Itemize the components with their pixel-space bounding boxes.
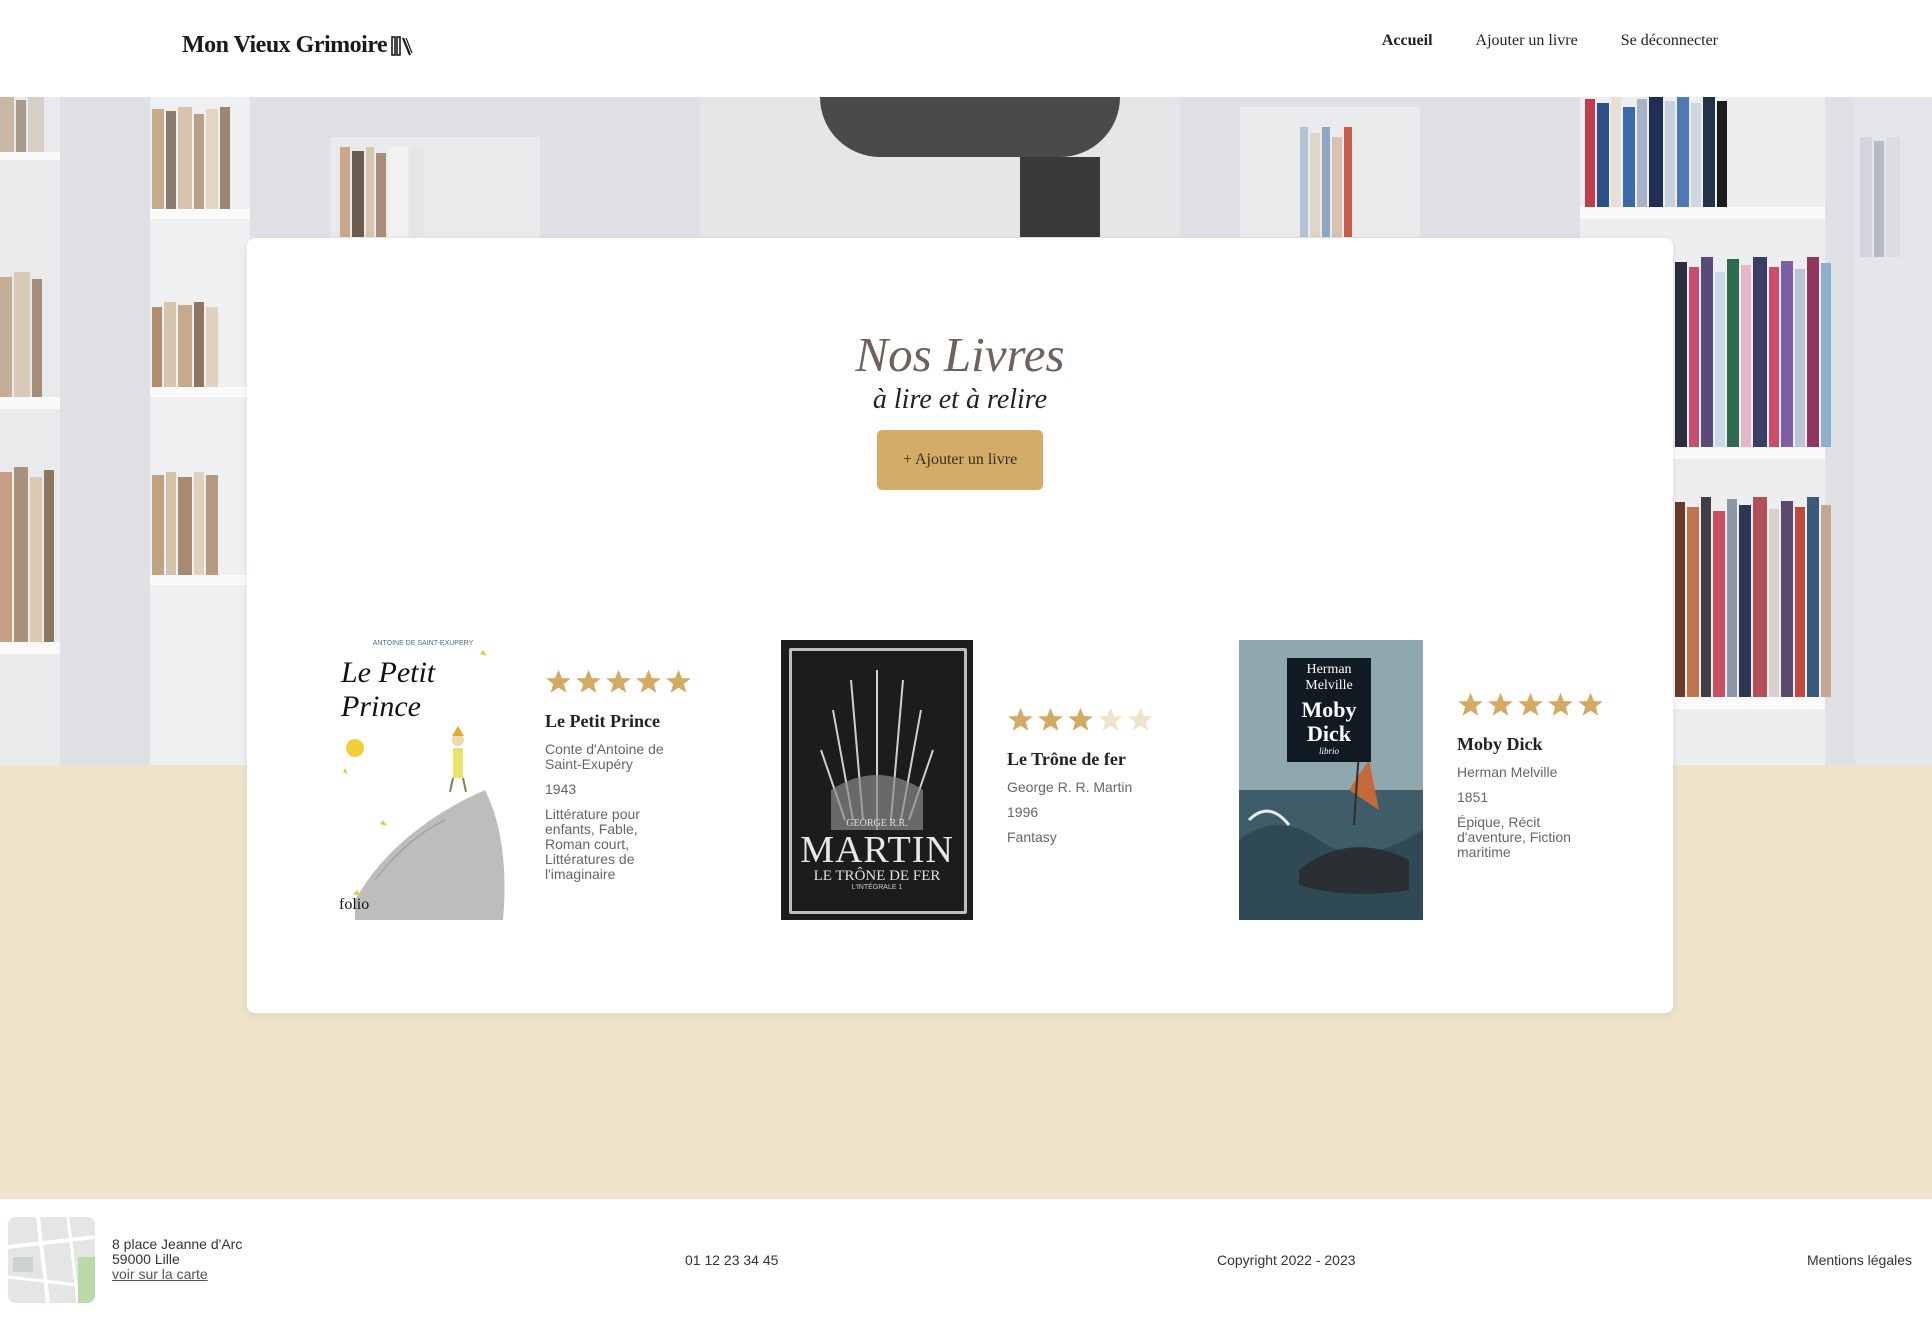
star-filled-icon [1518, 692, 1543, 716]
cover-publisher-text: folio [339, 896, 370, 913]
book-year: 1851 [1457, 788, 1489, 805]
logo-text: Mon Vieux Grimoire [182, 32, 388, 58]
footer-address: 8 place Jeanne d'Arc 59000 Lille voir su… [112, 1237, 242, 1282]
book-info: Le Petit Prince Conte d'Antoine de Saint… [545, 668, 692, 892]
map-link[interactable]: voir sur la carte [112, 1266, 208, 1282]
book-genres: Fantasy [1007, 828, 1057, 845]
book-genres: Littérature pour enfants, Fable, Roman c… [545, 806, 640, 882]
rating-stars [1007, 706, 1154, 733]
add-book-button[interactable]: + Ajouter un livre [877, 430, 1043, 490]
nav-item-accueil[interactable]: Accueil [1382, 32, 1433, 50]
book-title: Le Petit Prince [545, 711, 660, 731]
map-thumbnail[interactable] [8, 1217, 95, 1303]
cover-author-text: Herman Melville [1305, 662, 1353, 693]
cover-title-text: Moby Dick [1301, 697, 1357, 746]
star-filled-icon [1458, 692, 1483, 716]
book-info: Moby Dick Herman Melville 1851 Épique, R… [1457, 691, 1604, 870]
rating-stars [1457, 691, 1604, 718]
book-author: George R. R. Martin [1007, 778, 1133, 795]
main-nav: Accueil Ajouter un livre Se déconnecter [1382, 32, 1718, 50]
cover-edition-text: L'INTÉGRALE 1 [851, 884, 903, 891]
star-filled-icon [1548, 692, 1573, 716]
books-logo-icon [391, 35, 413, 56]
star-filled-icon [1068, 707, 1093, 731]
book-card-petit-prince[interactable]: ANTOINE DE SAINT-EXUPÉRY Le Petit Prince… [335, 640, 692, 920]
address-line2: 59000 Lille [112, 1251, 180, 1267]
map-icon [8, 1217, 95, 1303]
petit-prince-illustration [343, 650, 505, 920]
book-year: 1943 [545, 781, 577, 797]
books-card: Nos Livres à lire et à relire + Ajouter … [247, 238, 1673, 1013]
cover-author-big: MARTIN [800, 829, 954, 871]
star-filled-icon [546, 669, 571, 693]
book-cover[interactable]: Herman Melville Moby Dick librio [1239, 640, 1423, 920]
star-filled-icon [666, 669, 691, 693]
footer-phone: 01 12 23 34 45 [685, 1252, 779, 1268]
site-logo[interactable]: Mon Vieux Grimoire [182, 32, 413, 59]
book-title: Le Trône de fer [1007, 748, 1126, 769]
book-cover[interactable]: ANTOINE DE SAINT-EXUPÉRY Le Petit Prince… [335, 640, 511, 920]
star-empty-icon [1128, 707, 1153, 731]
site-footer: 8 place Jeanne d'Arc 59000 Lille voir su… [0, 1199, 1932, 1319]
star-filled-icon [1008, 707, 1033, 731]
book-cover[interactable]: GEORGE R.R. MARTIN LE TRÔNE DE FER L'INT… [781, 640, 973, 920]
star-filled-icon [606, 669, 631, 693]
book-info: Le Trône de fer George R. R. Martin 1996… [1007, 706, 1154, 855]
star-filled-icon [1038, 707, 1063, 731]
book-year: 1996 [1007, 803, 1039, 820]
star-filled-icon [1578, 692, 1603, 716]
cover-publisher-text: librio [1318, 746, 1339, 756]
star-filled-icon [576, 669, 601, 693]
book-author: Herman Melville [1457, 763, 1558, 780]
cover-title-box: Herman Melville Moby Dick librio [1287, 658, 1371, 762]
address-line1: 8 place Jeanne d'Arc [112, 1236, 243, 1252]
star-empty-icon [1098, 707, 1123, 731]
page-title: Nos Livres [855, 327, 1065, 382]
book-card-moby-dick[interactable]: Herman Melville Moby Dick librio Moby Di… [1239, 640, 1604, 920]
legal-mentions-link[interactable]: Mentions légales [1807, 1252, 1912, 1268]
book-title: Moby Dick [1457, 733, 1543, 754]
page-subtitle: à lire et à relire [872, 384, 1048, 415]
nav-item-se-deconnecter[interactable]: Se déconnecter [1621, 32, 1718, 50]
book-card-trone-de-fer[interactable]: GEORGE R.R. MARTIN LE TRÔNE DE FER L'INT… [781, 640, 1154, 920]
site-header: Mon Vieux Grimoire Accueil Ajouter un li… [0, 0, 1932, 97]
cover-title-text: LE TRÔNE DE FER [813, 868, 941, 884]
footer-copyright: Copyright 2022 - 2023 [1217, 1252, 1356, 1268]
nav-item-ajouter-livre[interactable]: Ajouter un livre [1476, 32, 1578, 50]
star-filled-icon [636, 669, 661, 693]
rating-stars [545, 668, 692, 695]
star-filled-icon [1488, 692, 1513, 716]
book-genres: Épique, Récit d'aventure, Fiction mariti… [1457, 813, 1571, 860]
book-author: Conte d'Antoine de Saint-Exupéry [545, 741, 664, 772]
